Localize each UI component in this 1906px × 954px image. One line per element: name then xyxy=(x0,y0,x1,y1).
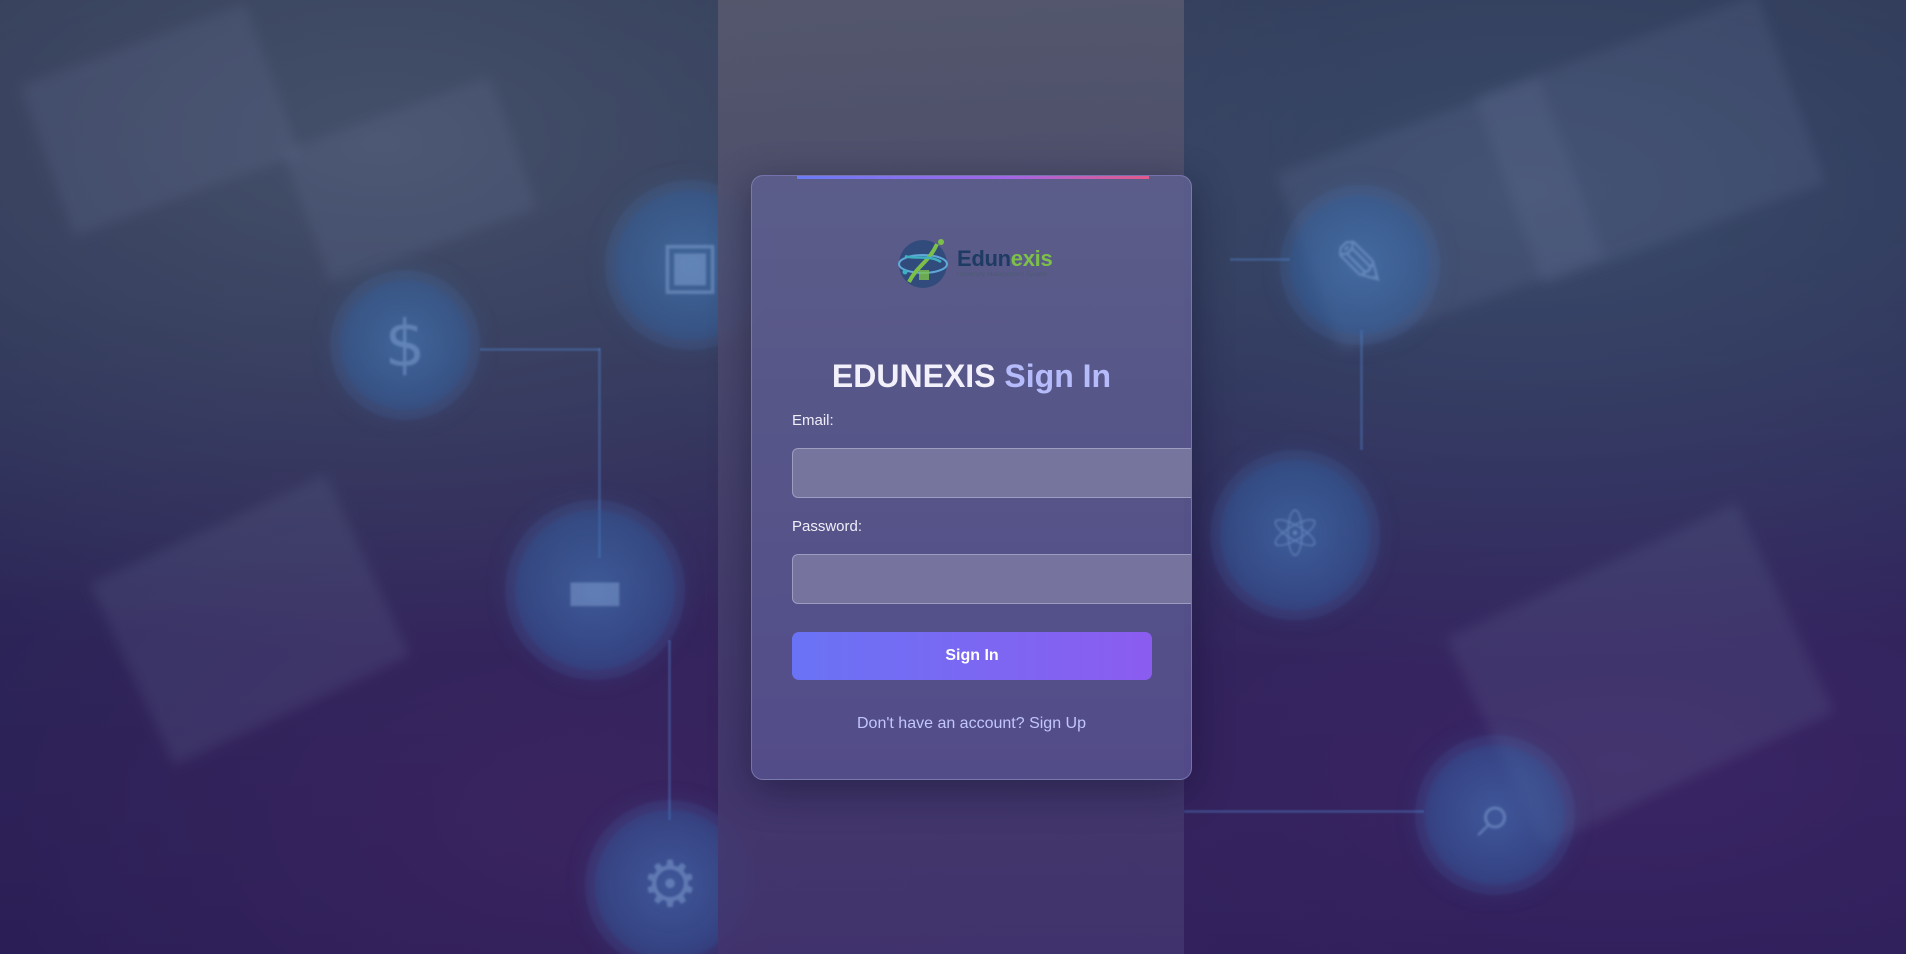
email-field[interactable] xyxy=(792,448,1191,498)
bg-building xyxy=(1474,0,1826,286)
magnifier-icon: ⌕ xyxy=(1425,745,1565,885)
logo-wordmark: Edunexis xyxy=(957,246,1053,271)
email-label: Email: xyxy=(792,412,834,429)
signin-card: Edunexis University Management System ED… xyxy=(751,175,1192,780)
bg-connector xyxy=(1184,810,1424,813)
bg-building xyxy=(89,474,411,766)
dollar-icon: $ xyxy=(340,280,470,410)
bg-connector xyxy=(1360,330,1363,450)
card-accent-line xyxy=(797,176,1149,179)
password-label: Password: xyxy=(792,518,863,535)
brand-logo: Edunexis University Management System xyxy=(895,231,1071,295)
pencil-icon: ✎ xyxy=(1290,195,1430,335)
page-title: EDUNEXIS Sign In xyxy=(752,358,1191,395)
password-field[interactable] xyxy=(792,554,1191,604)
logo-tagline: University Management System xyxy=(957,272,1048,278)
title-brand: EDUNEXIS xyxy=(831,358,996,394)
globe-logo-icon xyxy=(898,239,948,288)
bg-connector xyxy=(1230,258,1290,261)
presentation-icon: ▬ xyxy=(515,510,675,670)
bg-connector xyxy=(480,348,600,351)
sign-in-button[interactable]: Sign In xyxy=(792,632,1152,680)
bg-building xyxy=(282,76,538,284)
bg-building xyxy=(19,3,301,237)
title-suffix: Sign In xyxy=(1004,358,1112,394)
bg-connector xyxy=(668,640,671,820)
atom-icon: ⚛ xyxy=(1220,460,1370,610)
sign-up-link[interactable]: Don't have an account? Sign Up xyxy=(752,715,1191,733)
